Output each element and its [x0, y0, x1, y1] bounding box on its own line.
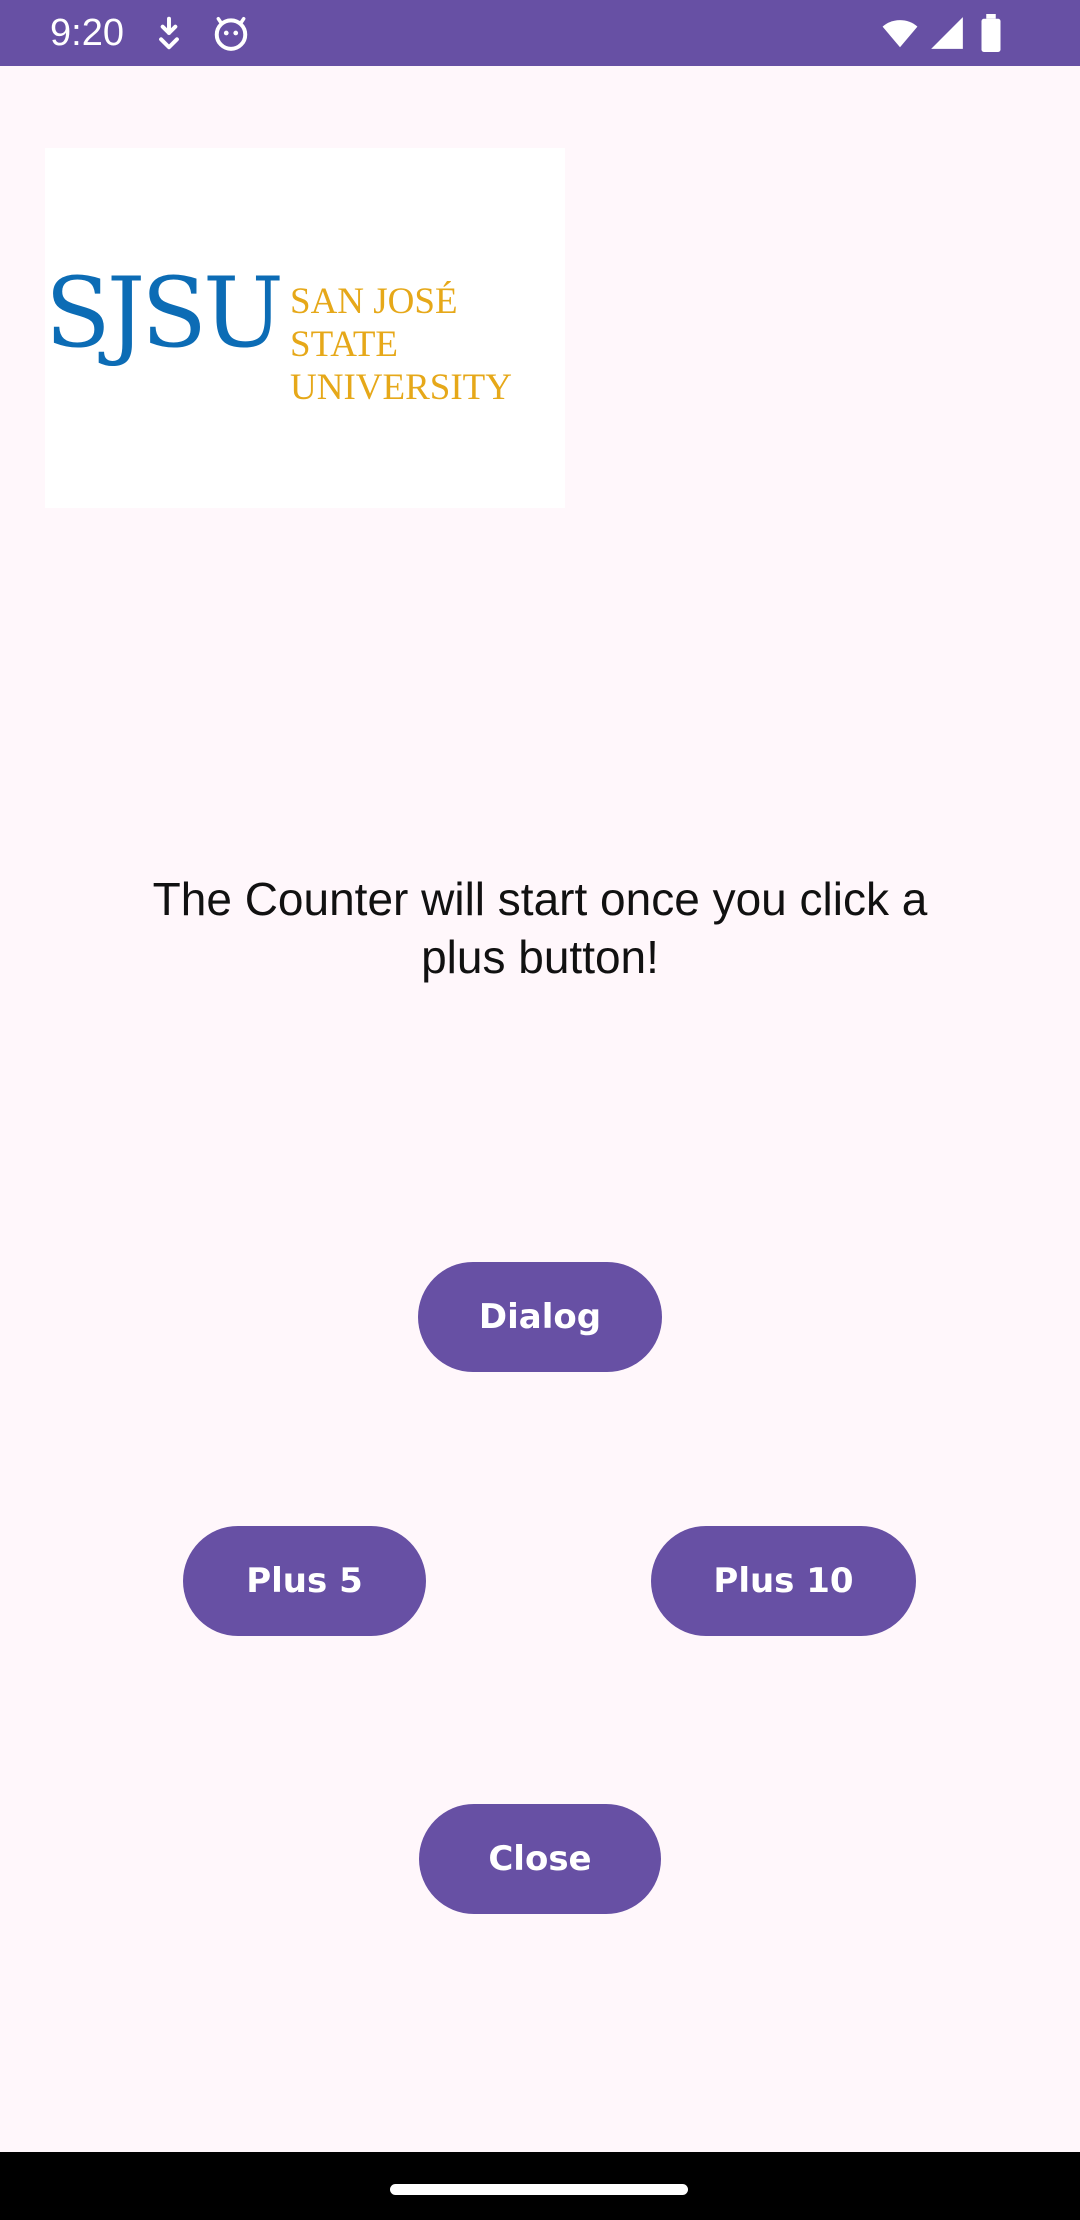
- home-gesture-handle[interactable]: [390, 2184, 688, 2195]
- download-icon: [159, 16, 179, 50]
- wifi-icon: [882, 20, 918, 48]
- status-time: 9:20: [50, 12, 124, 54]
- plus-5-button[interactable]: Plus 5: [183, 1526, 426, 1636]
- navigation-bar: [0, 2152, 1080, 2220]
- dialog-button[interactable]: Dialog: [418, 1262, 662, 1372]
- android-debug-icon: [214, 17, 248, 51]
- battery-icon: [981, 14, 1001, 52]
- logo-acronym: SJSU: [45, 257, 284, 369]
- close-button[interactable]: Close: [419, 1804, 661, 1914]
- signal-icon: [931, 17, 963, 49]
- counter-message: The Counter will start once you click a …: [152, 873, 928, 983]
- logo-university-name: SAN JOSÉ STATE UNIVERSITY: [290, 281, 512, 408]
- plus-10-button[interactable]: Plus 10: [651, 1526, 916, 1636]
- status-bar: 9:20: [0, 0, 1080, 66]
- sjsu-logo: SJSU SAN JOSÉ STATE UNIVERSITY: [45, 148, 565, 508]
